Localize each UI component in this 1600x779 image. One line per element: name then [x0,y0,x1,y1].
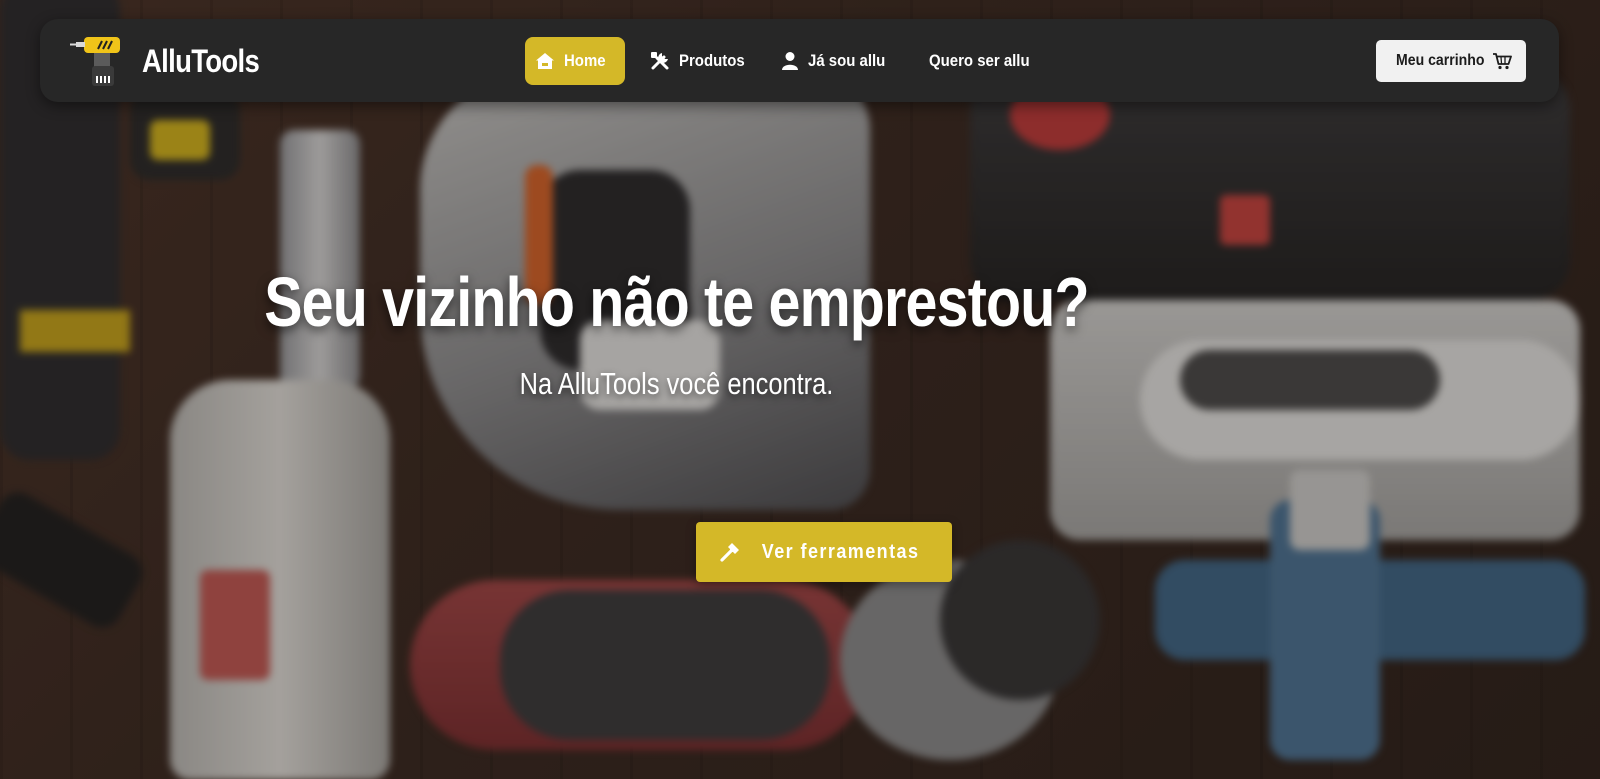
nav-ja-sou-allu-label: Já sou allu [808,51,886,70]
hammer-icon [720,543,740,562]
navbar: AlluTools Home Produtos Já sou allu Quer… [40,19,1559,102]
tools-icon [651,52,669,70]
nav-quero-ser-allu[interactable]: Quero ser allu [929,37,1043,85]
nav-home[interactable]: Home [525,37,625,85]
nav-quero-ser-allu-label: Quero ser allu [929,51,1030,70]
cart-icon [1493,53,1513,70]
nav-home-label: Home [563,51,606,70]
nav-produtos[interactable]: Produtos [650,37,754,85]
view-tools-button-label: Ver ferramentas [762,540,920,563]
brand-name: AlluTools [142,42,260,79]
view-tools-button[interactable]: Ver ferramentas [696,522,952,582]
nav-produtos-label: Produtos [679,51,745,70]
home-icon [535,53,554,69]
drill-icon [70,37,120,86]
cart-button[interactable]: Meu carrinho [1376,40,1526,82]
cart-button-label: Meu carrinho [1395,52,1485,69]
user-icon [782,52,798,70]
brand[interactable]: AlluTools [70,35,278,87]
hero-title: Seu vizinho não te emprestou? [264,263,1089,341]
hero-subtitle: Na AlluTools você encontra. [519,366,834,401]
nav-ja-sou-allu[interactable]: Já sou allu [781,37,896,85]
